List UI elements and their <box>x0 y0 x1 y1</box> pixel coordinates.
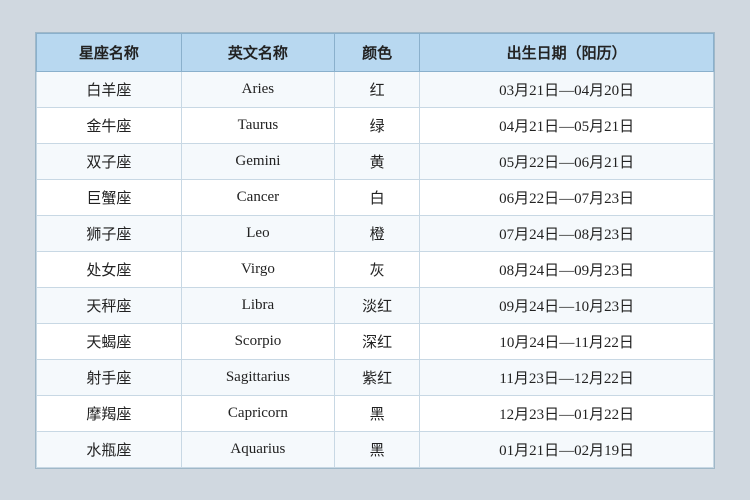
cell-dates: 11月23日—12月22日 <box>420 359 714 395</box>
header-color: 颜色 <box>334 33 419 71</box>
cell-english: Taurus <box>181 107 334 143</box>
cell-color: 黑 <box>334 431 419 467</box>
table-body: 白羊座Aries红03月21日—04月20日金牛座Taurus绿04月21日—0… <box>37 71 714 467</box>
cell-dates: 05月22日—06月21日 <box>420 143 714 179</box>
table-row: 狮子座Leo橙07月24日—08月23日 <box>37 215 714 251</box>
table-row: 白羊座Aries红03月21日—04月20日 <box>37 71 714 107</box>
table-row: 射手座Sagittarius紫红11月23日—12月22日 <box>37 359 714 395</box>
cell-chinese: 白羊座 <box>37 71 182 107</box>
zodiac-table-wrapper: 星座名称 英文名称 颜色 出生日期（阳历） 白羊座Aries红03月21日—04… <box>35 32 715 469</box>
cell-chinese: 天秤座 <box>37 287 182 323</box>
cell-color: 紫红 <box>334 359 419 395</box>
table-row: 天秤座Libra淡红09月24日—10月23日 <box>37 287 714 323</box>
cell-color: 绿 <box>334 107 419 143</box>
cell-chinese: 金牛座 <box>37 107 182 143</box>
cell-english: Capricorn <box>181 395 334 431</box>
cell-dates: 01月21日—02月19日 <box>420 431 714 467</box>
cell-english: Gemini <box>181 143 334 179</box>
cell-english: Sagittarius <box>181 359 334 395</box>
cell-dates: 04月21日—05月21日 <box>420 107 714 143</box>
cell-color: 灰 <box>334 251 419 287</box>
cell-color: 橙 <box>334 215 419 251</box>
cell-dates: 09月24日—10月23日 <box>420 287 714 323</box>
cell-english: Cancer <box>181 179 334 215</box>
cell-chinese: 水瓶座 <box>37 431 182 467</box>
cell-color: 淡红 <box>334 287 419 323</box>
header-chinese-name: 星座名称 <box>37 33 182 71</box>
cell-dates: 06月22日—07月23日 <box>420 179 714 215</box>
table-header-row: 星座名称 英文名称 颜色 出生日期（阳历） <box>37 33 714 71</box>
table-row: 水瓶座Aquarius黑01月21日—02月19日 <box>37 431 714 467</box>
cell-dates: 03月21日—04月20日 <box>420 71 714 107</box>
cell-english: Aquarius <box>181 431 334 467</box>
table-row: 天蝎座Scorpio深红10月24日—11月22日 <box>37 323 714 359</box>
table-row: 处女座Virgo灰08月24日—09月23日 <box>37 251 714 287</box>
cell-english: Leo <box>181 215 334 251</box>
table-row: 双子座Gemini黄05月22日—06月21日 <box>37 143 714 179</box>
cell-chinese: 摩羯座 <box>37 395 182 431</box>
header-dates: 出生日期（阳历） <box>420 33 714 71</box>
cell-english: Aries <box>181 71 334 107</box>
cell-dates: 10月24日—11月22日 <box>420 323 714 359</box>
cell-chinese: 狮子座 <box>37 215 182 251</box>
cell-chinese: 射手座 <box>37 359 182 395</box>
cell-dates: 08月24日—09月23日 <box>420 251 714 287</box>
cell-chinese: 巨蟹座 <box>37 179 182 215</box>
cell-color: 黄 <box>334 143 419 179</box>
zodiac-table: 星座名称 英文名称 颜色 出生日期（阳历） 白羊座Aries红03月21日—04… <box>36 33 714 468</box>
cell-english: Scorpio <box>181 323 334 359</box>
cell-english: Virgo <box>181 251 334 287</box>
table-row: 摩羯座Capricorn黑12月23日—01月22日 <box>37 395 714 431</box>
cell-dates: 07月24日—08月23日 <box>420 215 714 251</box>
cell-chinese: 天蝎座 <box>37 323 182 359</box>
cell-chinese: 双子座 <box>37 143 182 179</box>
table-row: 巨蟹座Cancer白06月22日—07月23日 <box>37 179 714 215</box>
cell-color: 深红 <box>334 323 419 359</box>
table-row: 金牛座Taurus绿04月21日—05月21日 <box>37 107 714 143</box>
cell-english: Libra <box>181 287 334 323</box>
cell-color: 白 <box>334 179 419 215</box>
cell-chinese: 处女座 <box>37 251 182 287</box>
cell-color: 黑 <box>334 395 419 431</box>
cell-dates: 12月23日—01月22日 <box>420 395 714 431</box>
cell-color: 红 <box>334 71 419 107</box>
header-english-name: 英文名称 <box>181 33 334 71</box>
